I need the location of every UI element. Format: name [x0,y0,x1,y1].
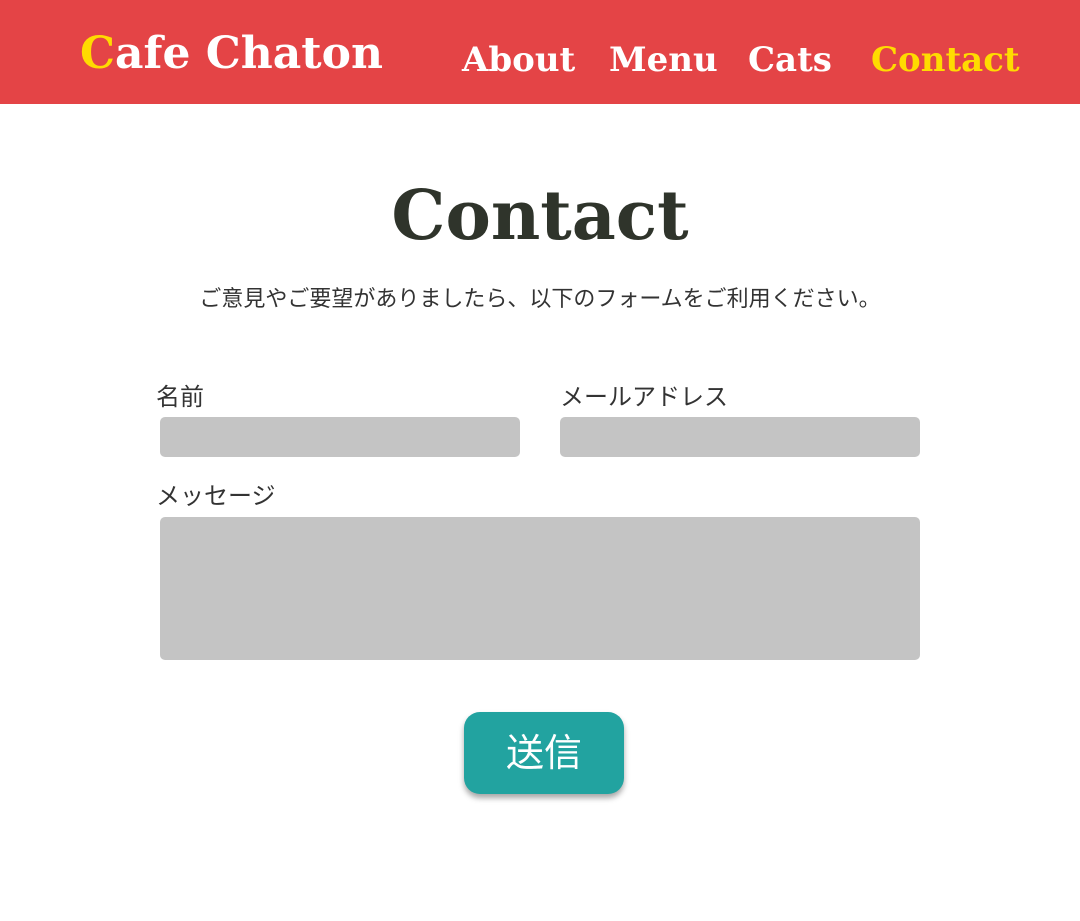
nav-link-cats[interactable]: Cats [748,36,832,84]
site-header: Cafe Chaton About Menu Cats Contact [0,0,1080,104]
email-label: メールアドレス [560,383,728,411]
message-label: メッセージ [156,482,276,510]
logo-text: afe Chaton [115,28,383,79]
logo-first-letter: C [80,28,116,79]
name-label: 名前 [156,383,204,411]
message-textarea[interactable] [160,517,920,660]
email-input[interactable] [560,417,920,457]
nav-link-contact[interactable]: Contact [871,36,1020,84]
site-logo[interactable]: Cafe Chaton [80,26,383,82]
submit-button[interactable]: 送信 [464,712,624,794]
intro-text: ご意見やご要望がありましたら、以下のフォームをご利用ください。 [199,287,881,312]
page-title: Contact [391,176,689,256]
nav-link-about[interactable]: About [462,36,575,84]
name-input[interactable] [160,417,520,457]
nav-link-menu[interactable]: Menu [609,36,718,84]
